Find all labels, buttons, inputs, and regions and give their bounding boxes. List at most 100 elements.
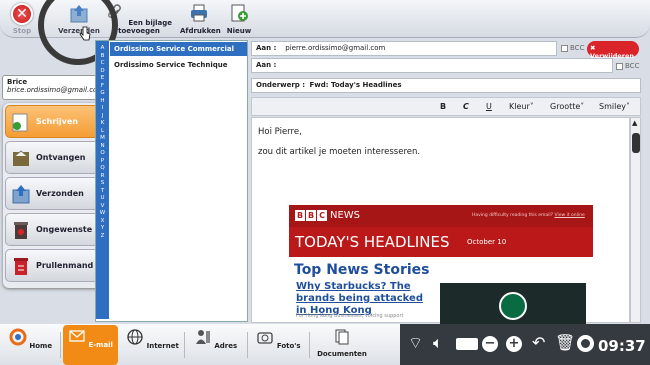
taskbar-home[interactable]: Home: [3, 326, 58, 364]
alphabet-letter[interactable]: E: [96, 75, 109, 83]
color-label: Kleur: [509, 102, 530, 111]
stop-button[interactable]: ✕ Stop: [5, 3, 39, 35]
taskbar-photos[interactable]: Foto's: [251, 326, 306, 364]
alphabet-letter[interactable]: P: [96, 158, 109, 166]
new-document-icon: [231, 4, 248, 22]
folder-compose[interactable]: Schrijven: [5, 105, 101, 138]
contact-item[interactable]: Ordissimo Service Commercial: [110, 42, 247, 56]
alphabet-letter[interactable]: G: [96, 90, 109, 98]
bcc-checkbox[interactable]: BCC: [561, 44, 584, 52]
alphabet-letter[interactable]: B: [96, 53, 109, 61]
editor-scrollbar[interactable]: ▲: [630, 117, 641, 323]
sent-icon: [12, 185, 30, 204]
alphabet-letter[interactable]: O: [96, 150, 109, 158]
message-line: Hoi Pierre,: [258, 127, 302, 137]
user-name: Brice: [7, 78, 28, 86]
alphabet-letter[interactable]: J: [96, 113, 109, 121]
alphabet-letter[interactable]: X: [96, 218, 109, 226]
article-link[interactable]: Why Starbucks? The brands being attacked…: [296, 281, 436, 317]
cc-field[interactable]: Aan :: [251, 58, 613, 73]
folder-inbox[interactable]: Ontvangen: [5, 141, 101, 174]
to-label: Aan :: [256, 44, 277, 52]
user-email: brice.ordissimo@gmail.com: [7, 86, 105, 94]
alphabet-letter[interactable]: D: [96, 68, 109, 76]
alphabet-letter[interactable]: M: [96, 135, 109, 143]
taskbar-label: E-mail: [88, 341, 113, 349]
envelope-icon: [69, 330, 85, 342]
undo-icon[interactable]: ↶: [532, 333, 545, 352]
underline-button[interactable]: U: [486, 102, 492, 111]
taskbar-contacts[interactable]: Adres: [188, 326, 243, 364]
starbucks-logo: [499, 292, 527, 320]
taskbar-label: Documenten: [317, 350, 367, 358]
trash-icon: [14, 258, 28, 275]
alphabet-letter[interactable]: C: [96, 60, 109, 68]
help-lifebuoy-icon[interactable]: [577, 335, 594, 352]
compose-icon: [12, 113, 28, 132]
print-button[interactable]: Afdrukken: [180, 3, 221, 35]
alphabet-letter[interactable]: W: [96, 210, 109, 218]
alphabet-letter[interactable]: R: [96, 173, 109, 181]
headlines-date: October 10: [467, 238, 507, 246]
alphabet-letter[interactable]: V: [96, 203, 109, 211]
taskbar-internet[interactable]: Internet: [125, 326, 180, 364]
globe-icon: [127, 329, 143, 345]
print-label: Afdrukken: [180, 27, 221, 35]
clock: 09:37: [598, 337, 646, 355]
scroll-up-icon[interactable]: ▲: [632, 119, 637, 127]
battery-icon: [456, 338, 478, 350]
alphabet-letter[interactable]: K: [96, 120, 109, 128]
trash-icon[interactable]: 🗑︎: [555, 333, 575, 352]
zoom-out-icon[interactable]: −: [482, 336, 498, 352]
chevron-down-icon: ˅: [580, 102, 585, 111]
alphabet-letter[interactable]: N: [96, 143, 109, 151]
wifi-icon[interactable]: ⌔: [408, 333, 423, 353]
to-field[interactable]: Aan : pierre.ordissimo@gmail.com: [251, 41, 557, 56]
bcc-checkbox-cc[interactable]: BCC: [616, 62, 639, 70]
size-dropdown[interactable]: Grootte˅: [550, 102, 584, 111]
folder-sent[interactable]: Verzonden: [5, 177, 101, 210]
new-mail-button[interactable]: Nieuw: [224, 3, 254, 35]
alphabet-letter[interactable]: A: [96, 45, 109, 53]
to-value: pierre.ordissimo@gmail.com: [285, 44, 386, 52]
folder-trash[interactable]: Prullenmand: [5, 249, 101, 282]
alphabet-letter[interactable]: S: [96, 180, 109, 188]
taskbar-email[interactable]: E-mail: [63, 325, 118, 365]
article-summary: For Hong Kong businesses, voicing suppor…: [296, 313, 404, 319]
chevron-down-icon: ˅: [529, 102, 534, 111]
subject-value: Fwd: Today's Headlines: [309, 81, 402, 89]
view-online-link[interactable]: View it online: [555, 213, 585, 218]
color-dropdown[interactable]: Kleur˅: [509, 102, 534, 111]
camera-icon: [257, 332, 274, 344]
zoom-in-icon[interactable]: +: [506, 336, 522, 352]
alphabet-index[interactable]: ABCDEFGHIJKLMNOPQRSTUVWXYZ: [96, 41, 109, 319]
taskbar-label: Internet: [146, 342, 179, 350]
smiley-dropdown[interactable]: Smiley˅: [599, 102, 630, 111]
alphabet-letter[interactable]: H: [96, 98, 109, 106]
contact-name: Ordissimo Service Commercial: [114, 45, 235, 53]
scroll-thumb[interactable]: [632, 133, 640, 153]
delete-button[interactable]: ✖ Verwijderen: [587, 41, 639, 60]
contact-item[interactable]: Ordissimo Service Technique: [110, 58, 247, 72]
bold-button[interactable]: B: [440, 102, 446, 111]
documents-icon: [335, 329, 349, 345]
alphabet-letter[interactable]: L: [96, 128, 109, 136]
alphabet-letter[interactable]: I: [96, 105, 109, 113]
taskbar-label: Adres: [214, 342, 238, 350]
folder-spam[interactable]: Ongewenste: [5, 213, 101, 246]
message-line: zou dit artikel je moeten interesseren.: [258, 147, 421, 157]
alphabet-letter[interactable]: Q: [96, 165, 109, 173]
alphabet-letter[interactable]: F: [96, 83, 109, 91]
taskbar-documents[interactable]: Documenten: [313, 326, 371, 364]
alphabet-letter[interactable]: U: [96, 195, 109, 203]
bcc-label: BCC: [570, 44, 585, 52]
alphabet-letter[interactable]: Y: [96, 225, 109, 233]
subject-field[interactable]: Onderwerp : Fwd: Today's Headlines: [251, 78, 641, 93]
bbc-top-bar: B B C NEWS Having difficulty reading this e…: [289, 205, 593, 227]
alphabet-letter[interactable]: T: [96, 188, 109, 196]
article-image: [440, 283, 586, 325]
alphabet-letter[interactable]: Z: [96, 233, 109, 241]
italic-button[interactable]: C: [463, 102, 469, 111]
volume-icon[interactable]: 🔈︎: [433, 333, 443, 353]
chevron-down-icon: ˅: [625, 102, 630, 111]
